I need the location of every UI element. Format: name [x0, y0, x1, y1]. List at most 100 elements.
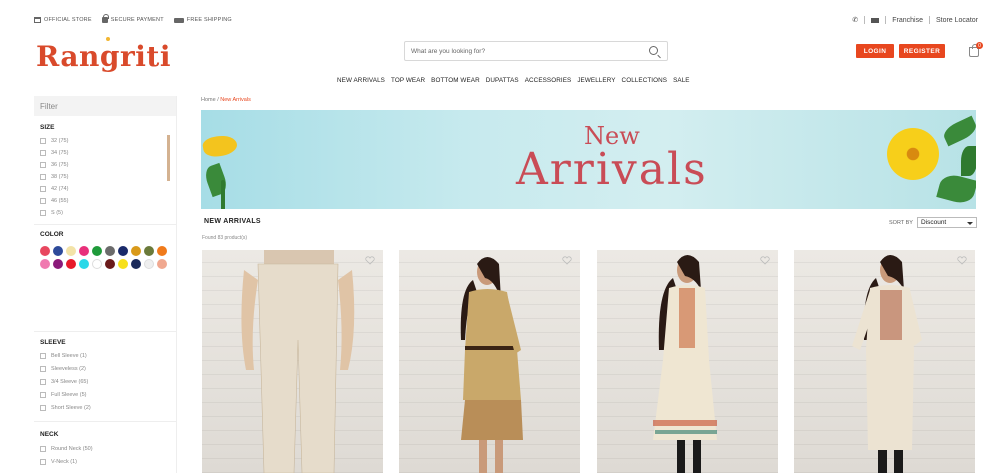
mail-icon[interactable] [871, 17, 880, 23]
search-icon[interactable] [649, 46, 658, 55]
option-label: S (5) [51, 210, 63, 216]
sleeve-option[interactable]: 3/4 Sleeve (65) [40, 379, 88, 385]
stem-image [221, 180, 225, 209]
option-label: 42 (74) [51, 186, 69, 192]
phone-icon[interactable]: ✆ [852, 16, 858, 24]
checkbox[interactable] [40, 138, 46, 144]
filter-title: Filter [34, 96, 176, 116]
color-swatch[interactable] [157, 259, 167, 269]
size-scrollbar[interactable] [167, 135, 170, 181]
checkbox[interactable] [40, 174, 46, 180]
logo-text: Rangriti [36, 40, 171, 73]
option-label: 3/4 Sleeve (65) [51, 379, 89, 385]
product-card[interactable] [202, 250, 383, 473]
banner-title-line2: Arrivals [516, 144, 708, 195]
truck-icon [173, 17, 184, 23]
color-swatch[interactable] [66, 259, 76, 269]
product-card[interactable] [597, 250, 778, 473]
checkbox[interactable] [40, 150, 46, 156]
color-swatch[interactable] [53, 246, 63, 256]
checkbox[interactable] [40, 366, 46, 372]
option-label: 34 (75) [51, 150, 69, 156]
free-shipping-label: FREE SHIPPING [186, 17, 232, 23]
product-card[interactable] [794, 250, 975, 473]
color-swatch[interactable] [157, 246, 167, 256]
checkbox[interactable] [40, 379, 46, 385]
color-swatch[interactable] [105, 259, 115, 269]
nav-collections[interactable]: COLLECTIONS [622, 77, 668, 84]
store-icon [34, 17, 41, 23]
sleeve-option[interactable]: Sleeveless (2) [40, 366, 86, 372]
sort-control: SORT BY Discount [889, 217, 977, 228]
neck-filter-title: NECK [40, 431, 59, 438]
filter-sidebar: Filter SIZE 32 (75) 34 (75) 36 (75) 38 (… [34, 96, 177, 473]
neck-option[interactable]: V-Neck (1) [40, 459, 77, 465]
size-option[interactable]: 46 (55) [40, 198, 68, 204]
neck-option[interactable]: Round Neck (50) [40, 446, 93, 452]
option-label: Short Sleeve (2) [51, 405, 91, 411]
color-swatch[interactable] [131, 246, 141, 256]
nav-jewellery[interactable]: JEWELLERY [577, 77, 615, 84]
store-locator-link[interactable]: Store Locator [936, 17, 978, 24]
nav-new-arrivals[interactable]: NEW ARRIVALS [337, 77, 385, 84]
size-option[interactable]: 42 (74) [40, 186, 68, 192]
checkbox[interactable] [40, 446, 46, 452]
checkbox[interactable] [40, 198, 46, 204]
color-swatch[interactable] [40, 246, 50, 256]
product-card[interactable] [399, 250, 580, 473]
size-option[interactable]: 34 (75) [40, 150, 68, 156]
nav-accessories[interactable]: ACCESSORIES [525, 77, 572, 84]
color-swatch[interactable] [79, 259, 89, 269]
color-swatch[interactable] [144, 246, 154, 256]
breadcrumb: Home / New Arrivals [201, 97, 251, 103]
color-swatch[interactable] [92, 246, 102, 256]
sleeve-option[interactable]: Full Sleeve (5) [40, 392, 86, 398]
size-option[interactable]: S (5) [40, 210, 63, 216]
size-option[interactable]: 36 (75) [40, 162, 68, 168]
checkbox[interactable] [40, 210, 46, 216]
color-swatch[interactable] [118, 259, 128, 269]
official-store-label: OFFICIAL STORE [44, 17, 92, 23]
checkbox[interactable] [40, 405, 46, 411]
franchise-link[interactable]: Franchise [892, 17, 923, 24]
nav-bottom-wear[interactable]: BOTTOM WEAR [431, 77, 480, 84]
checkbox[interactable] [40, 353, 46, 359]
site-logo[interactable]: Rangriti [36, 37, 171, 73]
color-swatch[interactable] [144, 259, 154, 269]
option-label: Round Neck (50) [51, 446, 93, 452]
checkbox[interactable] [40, 459, 46, 465]
option-label: 46 (55) [51, 198, 69, 204]
checkbox[interactable] [40, 392, 46, 398]
checkbox[interactable] [40, 186, 46, 192]
color-swatch[interactable] [131, 259, 141, 269]
top-strip: OFFICIAL STORE SECURE PAYMENT FREE SHIPP… [0, 0, 1000, 40]
color-swatch[interactable] [40, 259, 50, 269]
breadcrumb-home[interactable]: Home [201, 97, 216, 103]
sleeve-option[interactable]: Short Sleeve (2) [40, 405, 91, 411]
leaf-image [940, 115, 976, 147]
color-swatch[interactable] [105, 246, 115, 256]
color-swatch[interactable] [79, 246, 89, 256]
option-label: V-Neck (1) [51, 459, 77, 465]
nav-dupattas[interactable]: DUPATTAS [486, 77, 519, 84]
color-filter-title: COLOR [40, 231, 64, 238]
secure-payment-label: SECURE PAYMENT [110, 17, 164, 23]
sleeve-option[interactable]: Bell Sleeve (1) [40, 353, 87, 359]
size-option[interactable]: 38 (75) [40, 174, 68, 180]
sort-select[interactable]: Discount [916, 217, 977, 228]
nav-top-wear[interactable]: TOP WEAR [391, 77, 425, 84]
search-input[interactable] [411, 45, 631, 58]
shopping-bag-icon[interactable]: 0 [969, 42, 983, 57]
official-store-badge: OFFICIAL STORE [34, 17, 92, 23]
kurta-figure [653, 255, 717, 473]
color-swatch[interactable] [66, 246, 76, 256]
color-swatch[interactable] [92, 259, 102, 269]
color-swatch[interactable] [118, 246, 128, 256]
nav-sale[interactable]: SALE [673, 77, 690, 84]
login-button[interactable]: LOGIN [856, 44, 894, 58]
register-button[interactable]: REGISTER [899, 44, 945, 58]
sleeve-filter-title: SLEEVE [40, 339, 66, 346]
color-swatch[interactable] [53, 259, 63, 269]
size-option[interactable]: 32 (75) [40, 138, 68, 144]
checkbox[interactable] [40, 162, 46, 168]
